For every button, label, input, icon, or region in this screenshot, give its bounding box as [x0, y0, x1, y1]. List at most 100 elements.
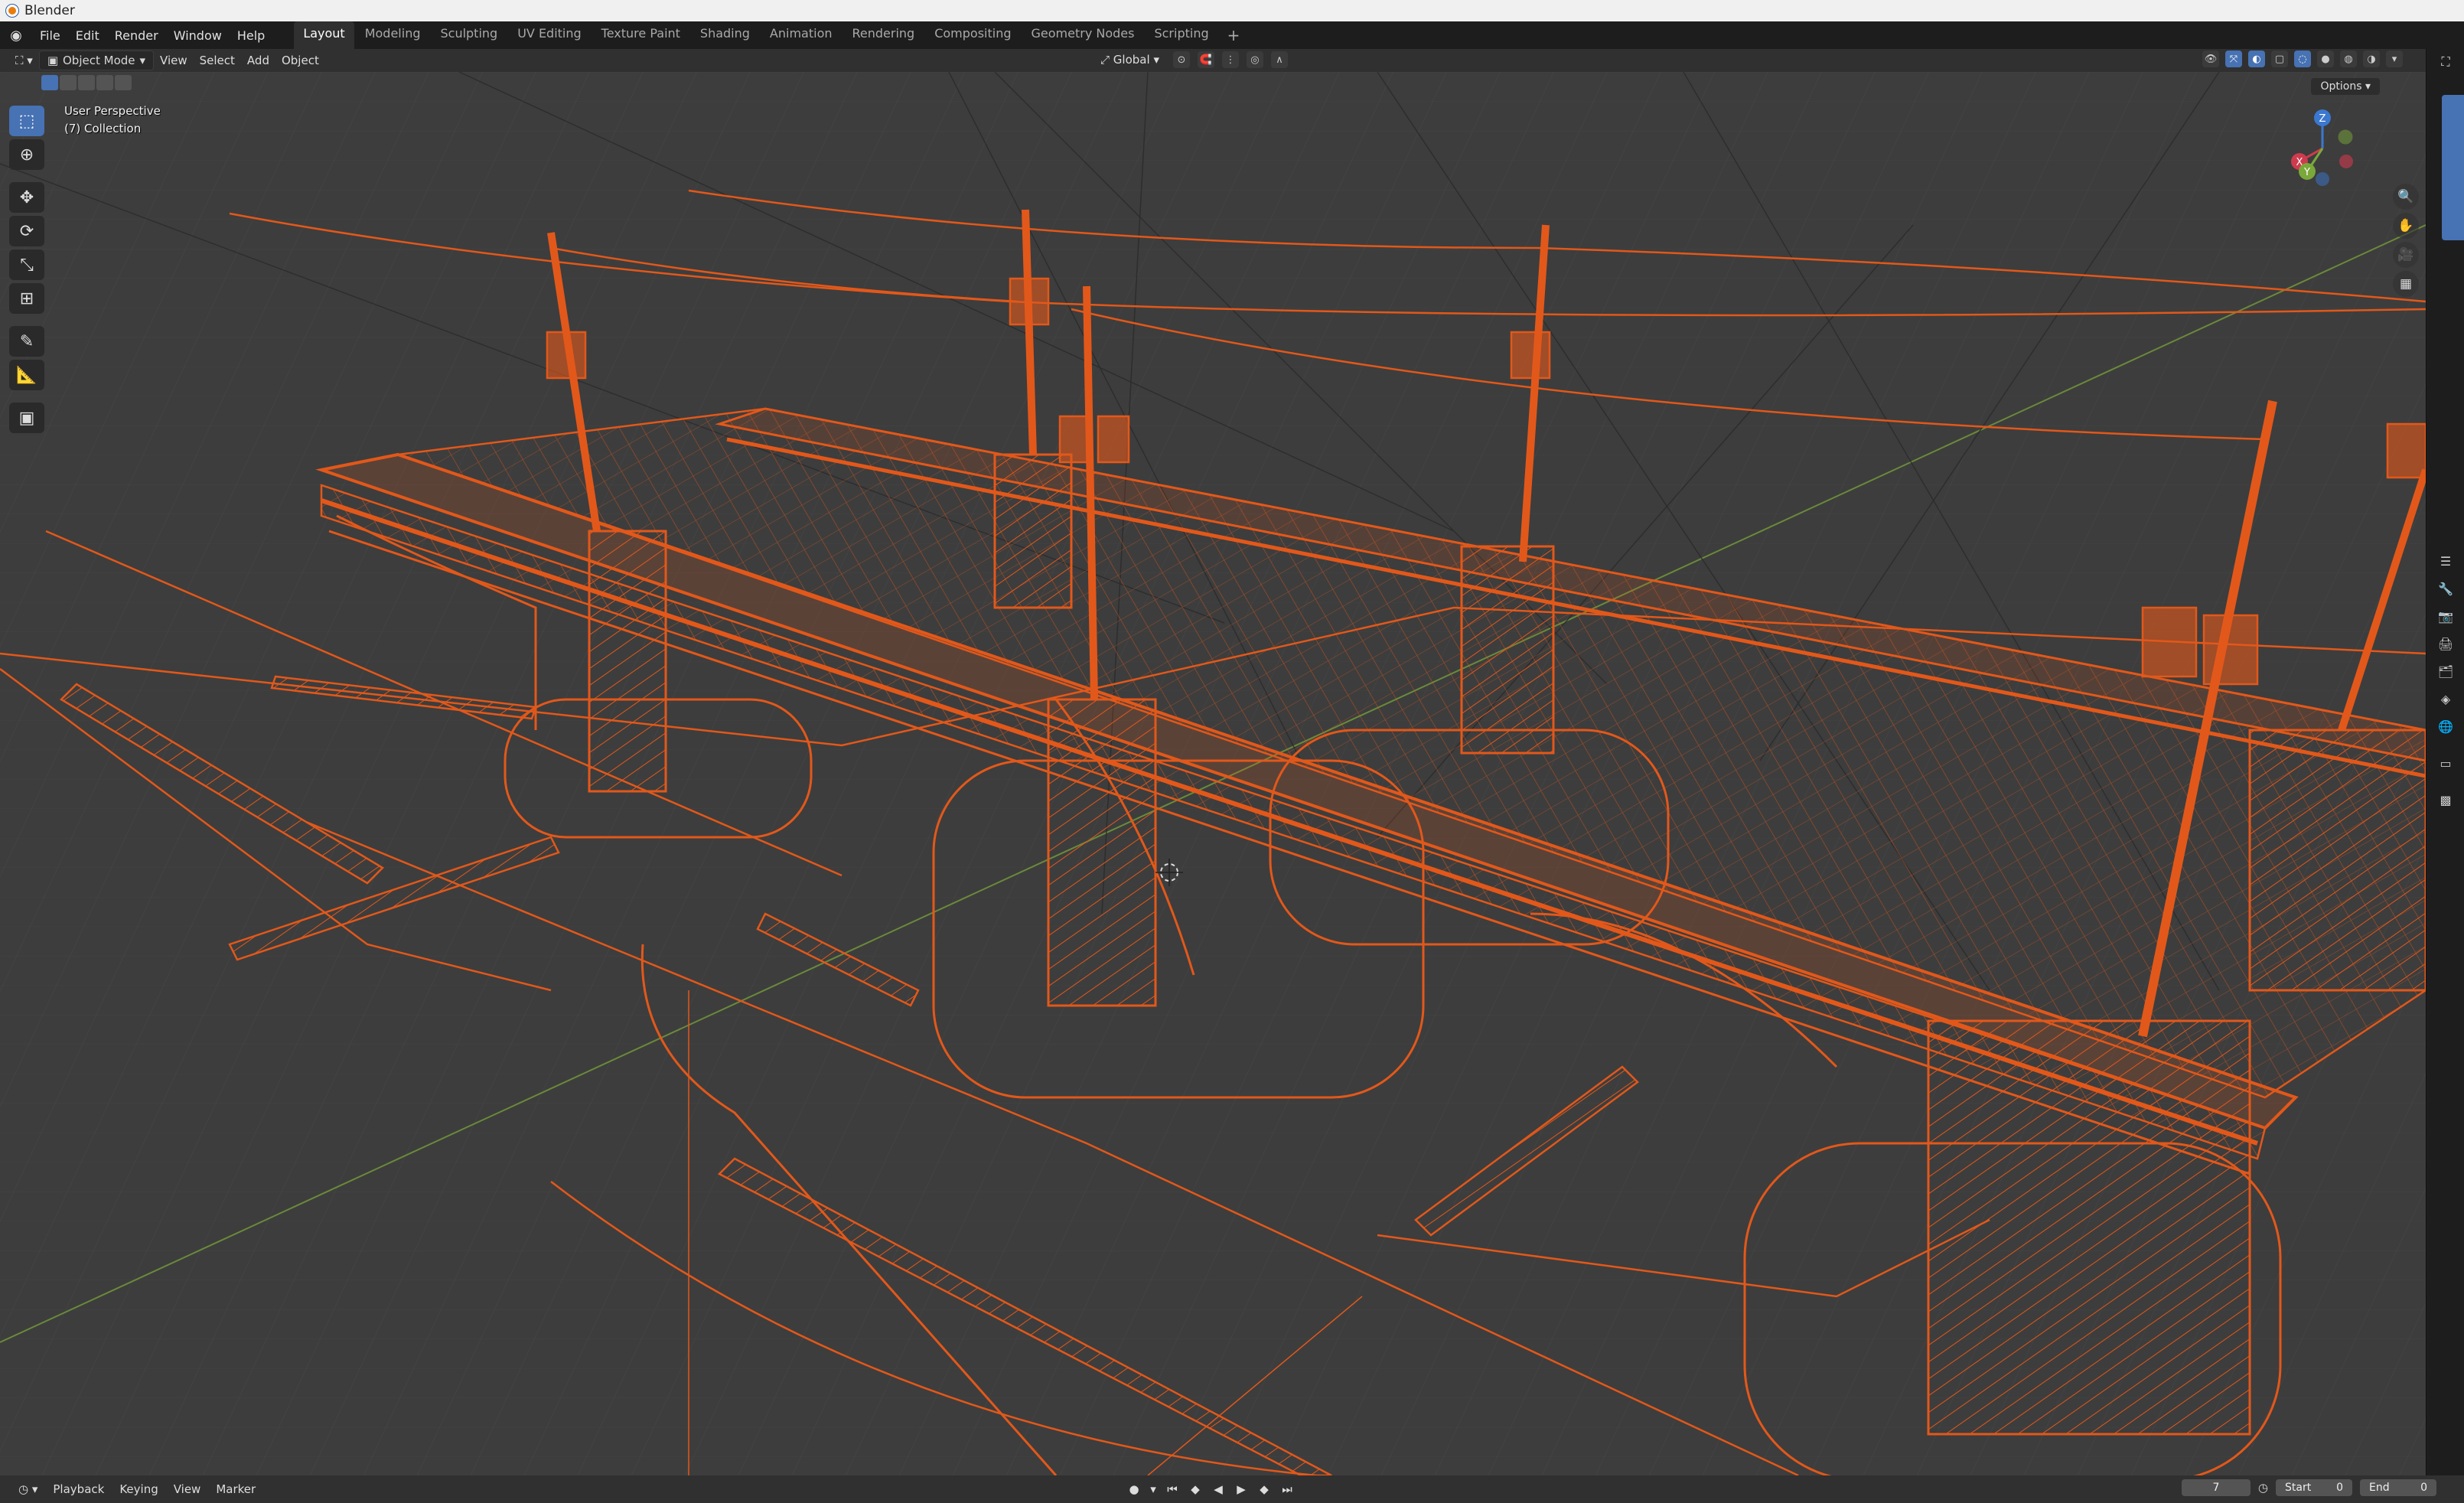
tool-properties-icon[interactable]: 🔧 [2436, 579, 2456, 598]
menu-object[interactable]: Object [275, 51, 325, 70]
measure-tool-icon[interactable]: 📐 [9, 360, 44, 390]
window-title: Blender [24, 3, 75, 18]
playback-controls: ● ▾ ⏮ ◆ ◀ ▶ ◆ ⏭ [1125, 1480, 1296, 1498]
start-frame-field[interactable]: Start 0 [2276, 1479, 2352, 1496]
texture-properties-icon[interactable]: ▩ [2436, 790, 2456, 810]
orientation-label: Global [1113, 53, 1150, 67]
visibility-icon[interactable]: 👁 [2202, 51, 2219, 67]
navigation-gizmo[interactable]: Z X Y [2280, 106, 2365, 191]
snap-target-icon[interactable]: ⋮ [1221, 51, 1239, 68]
collection-properties-icon[interactable]: ▭ [2436, 753, 2456, 773]
select-subtract-icon[interactable] [78, 75, 95, 90]
current-frame-field[interactable]: 7 [2181, 1479, 2251, 1496]
add-workspace-icon[interactable]: + [1220, 21, 1248, 49]
os-titlebar: Blender [0, 0, 2464, 21]
tab-modeling[interactable]: Modeling [356, 21, 430, 49]
transform-tool-icon[interactable]: ⊞ [9, 283, 44, 314]
menu-file[interactable]: File [32, 25, 68, 46]
options-label: Options [2320, 80, 2362, 93]
play-icon[interactable]: ▶ [1232, 1480, 1250, 1498]
editor-type-icon[interactable]: ⛶ ▾ [9, 51, 39, 70]
select-new-icon[interactable] [41, 75, 58, 90]
move-tool-icon[interactable]: ✥ [9, 182, 44, 213]
falloff-icon[interactable]: ∧ [1270, 51, 1288, 68]
tab-rendering[interactable]: Rendering [843, 21, 924, 49]
mode-dropdown[interactable]: ▣ Object Mode ▾ [38, 51, 155, 70]
timeline-editor-icon[interactable]: ◷ ▾ [11, 1480, 45, 1498]
tab-geometry-nodes[interactable]: Geometry Nodes [1022, 21, 1144, 49]
cursor-tool-icon[interactable]: ⊕ [9, 139, 44, 170]
snap-icon[interactable]: 🧲 [1197, 51, 1214, 68]
collection-name: (7) Collection [64, 122, 142, 135]
jump-end-icon[interactable]: ⏭ [1278, 1480, 1296, 1498]
select-invert-icon[interactable] [96, 75, 113, 90]
scene-properties-icon[interactable]: ◈ [2436, 689, 2456, 709]
tab-uv-editing[interactable]: UV Editing [508, 21, 590, 49]
render-properties-icon[interactable]: 📷 [2436, 606, 2456, 626]
wireframe-shading-icon[interactable]: ◌ [2294, 51, 2311, 67]
view-name: User Perspective [64, 104, 161, 118]
jump-start-icon[interactable]: ⏮ [1163, 1480, 1181, 1498]
preview-range-icon[interactable]: ◷ [2258, 1481, 2268, 1495]
add-cube-tool-icon[interactable]: ▣ [9, 403, 44, 433]
jump-next-keyframe-icon[interactable]: ◆ [1255, 1480, 1273, 1498]
record-icon[interactable]: ● [1125, 1480, 1143, 1498]
tab-layout[interactable]: Layout [294, 21, 354, 49]
tab-compositing[interactable]: Compositing [925, 21, 1020, 49]
solid-shading-icon[interactable]: ● [2317, 51, 2334, 67]
camera-view-icon[interactable]: 🎥 [2393, 242, 2419, 268]
menu-keying[interactable]: Keying [112, 1480, 165, 1498]
tab-scripting[interactable]: Scripting [1145, 21, 1217, 49]
menu-window[interactable]: Window [166, 25, 230, 46]
chevron-down-icon: ▾ [139, 54, 146, 67]
tool-shelf: ⬚ ⊕ ✥ ⟳ ⤡ ⊞ ✎ 📐 ▣ [9, 106, 44, 433]
tab-sculpting[interactable]: Sculpting [431, 21, 507, 49]
tab-shading[interactable]: Shading [691, 21, 759, 49]
jump-prev-keyframe-icon[interactable]: ◆ [1186, 1480, 1204, 1498]
xray-toggle-icon[interactable]: ▢ [2271, 51, 2288, 67]
tab-animation[interactable]: Animation [761, 21, 842, 49]
pan-hand-icon[interactable]: ✋ [2393, 213, 2419, 239]
play-reverse-icon[interactable]: ◀ [1209, 1480, 1227, 1498]
tab-texture-paint[interactable]: Texture Paint [592, 21, 689, 49]
menu-edit[interactable]: Edit [68, 25, 107, 46]
options-button[interactable]: Options ▾ [2311, 78, 2380, 95]
menu-help[interactable]: Help [230, 25, 272, 46]
editor-type-icon[interactable]: ⛶ [2436, 52, 2456, 72]
object-mode-icon: ▣ [47, 54, 58, 67]
select-intersect-icon[interactable] [115, 75, 132, 90]
view-layer-properties-icon[interactable]: 🗂 [2436, 661, 2456, 681]
viewport-shading-tools: 👁 ⤧ ◐ ▢ ◌ ● ◍ ◑ ▾ [2202, 51, 2403, 67]
proportional-edit-icon[interactable]: ◎ [1246, 51, 1263, 68]
menu-view[interactable]: View [154, 51, 194, 70]
material-shading-icon[interactable]: ◍ [2340, 51, 2357, 67]
3d-viewport[interactable]: ⬚ ⊕ ✥ ⟳ ⤡ ⊞ ✎ 📐 ▣ User Perspective (7) C… [0, 72, 2426, 1475]
shading-options-icon[interactable]: ▾ [2386, 51, 2403, 67]
pivot-icon[interactable]: ⊙ [1172, 51, 1190, 68]
end-frame-field[interactable]: End 0 [2360, 1479, 2436, 1496]
menu-timeline-view[interactable]: View [166, 1480, 209, 1498]
rendered-shading-icon[interactable]: ◑ [2363, 51, 2380, 67]
world-properties-icon[interactable]: 🌐 [2436, 716, 2456, 736]
blender-menu-icon[interactable]: ◉ [6, 25, 26, 45]
output-properties-icon[interactable]: 🖨 [2436, 634, 2456, 654]
record-options-icon[interactable]: ▾ [1148, 1480, 1159, 1498]
perspective-toggle-icon[interactable]: ▦ [2393, 271, 2419, 297]
annotate-tool-icon[interactable]: ✎ [9, 326, 44, 357]
properties-editor-icon[interactable]: ☰ [2436, 551, 2456, 571]
select-box-tool-icon[interactable]: ⬚ [9, 106, 44, 136]
scale-tool-icon[interactable]: ⤡ [9, 249, 44, 280]
rotate-tool-icon[interactable]: ⟳ [9, 216, 44, 246]
menu-render[interactable]: Render [107, 25, 166, 46]
select-mode-buttons [41, 75, 132, 90]
menu-select[interactable]: Select [194, 51, 241, 70]
gizmo-y-label: Y [2303, 167, 2310, 178]
zoom-icon[interactable]: 🔍 [2393, 184, 2419, 210]
menu-add[interactable]: Add [241, 51, 275, 70]
gizmo-toggle-icon[interactable]: ⤧ [2225, 51, 2242, 67]
menu-playback[interactable]: Playback [45, 1480, 112, 1498]
transform-orientation-dropdown[interactable]: ⤢ Global ▾ [1094, 51, 1165, 69]
menu-marker[interactable]: Marker [208, 1480, 263, 1498]
overlay-toggle-icon[interactable]: ◐ [2248, 51, 2265, 67]
select-extend-icon[interactable] [60, 75, 77, 90]
